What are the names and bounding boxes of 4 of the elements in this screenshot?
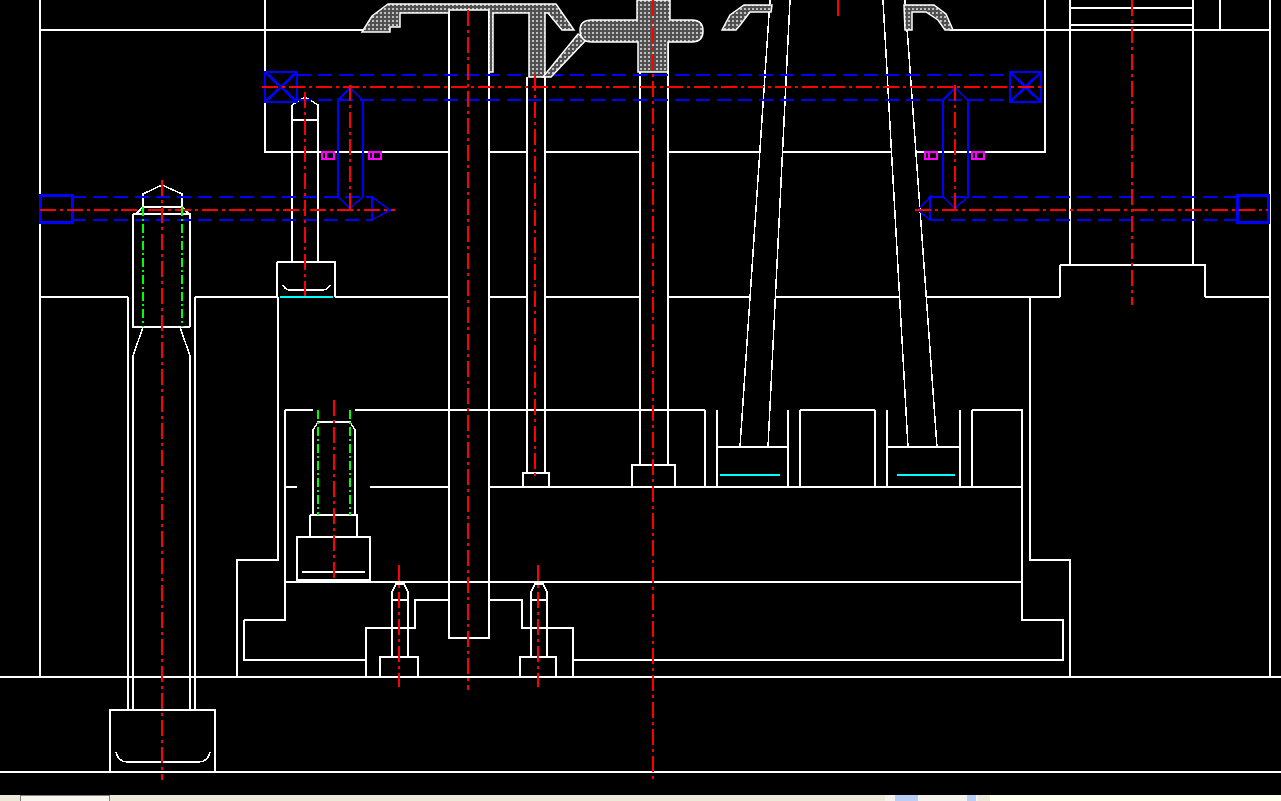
scroll-left-button[interactable] [895,795,918,801]
scroll-right-button[interactable] [967,795,976,801]
horizontal-scrollbar[interactable] [885,795,978,801]
layout-tab[interactable] [20,795,110,801]
